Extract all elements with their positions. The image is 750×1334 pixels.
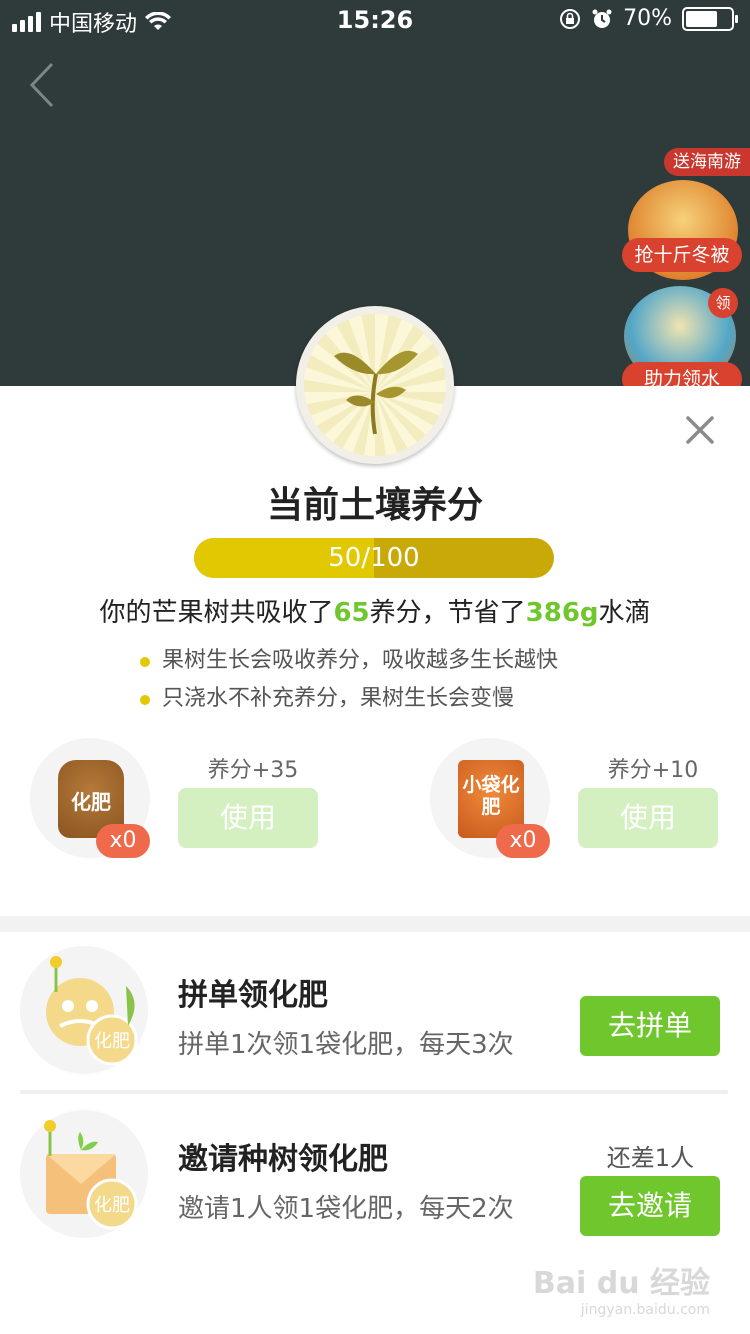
icon-label: 化肥	[94, 1031, 130, 1052]
close-icon[interactable]	[682, 412, 718, 448]
invite-task: 化肥 邀请种树领化肥 邀请1人领1袋化肥，每天2次 还差1人 去邀请	[20, 1096, 730, 1238]
task-desc: 拼单1次领1袋化肥，每天3次	[178, 1030, 514, 1060]
task-desc: 邀请1人领1袋化肥，每天2次	[178, 1194, 514, 1224]
battery-percent: 70%	[623, 6, 672, 31]
remaining-invites: 还差1人	[606, 1144, 694, 1172]
watermark-main: Bai du 经验	[532, 1266, 710, 1301]
summary-middle: 养分，节省了	[369, 598, 526, 628]
group-buy-button[interactable]: 去拼单	[580, 996, 720, 1056]
nutrient-gain: 养分+10	[607, 758, 699, 783]
nutrient-progress-bar: 50/100	[194, 538, 554, 578]
use-fertilizer-button[interactable]: 使用	[178, 788, 318, 848]
promo-tag[interactable]: 送海南游	[664, 148, 750, 176]
summary-prefix: 你的芒果树共吸收了	[99, 598, 334, 628]
invite-fertilizer-icon: 化肥	[20, 1110, 148, 1238]
bag-label: 小袋化肥	[462, 774, 520, 818]
summary-suffix: 水滴	[598, 598, 651, 628]
watermark-logo: Bai du 经验 jingyan.baidu.com	[533, 1258, 710, 1318]
progress-text: 50/100	[328, 543, 420, 573]
watermark-sub: jingyan.baidu.com	[580, 1302, 710, 1318]
tip-item: 果树生长会吸收养分，吸收越多生长越快	[140, 648, 558, 686]
group-buy-task: 化肥 拼单领化肥 拼单1次领1袋化肥，每天3次 去拼单	[20, 932, 730, 1074]
seedling-medallion	[296, 306, 454, 464]
bag-label: 化肥	[71, 790, 111, 814]
water-value: 386g	[525, 598, 599, 628]
group-buy-fertilizer-icon: 化肥	[20, 946, 148, 1074]
task-separator	[20, 1090, 728, 1094]
claim-badge[interactable]: 领	[708, 288, 738, 318]
nutrient-value: 65	[333, 598, 370, 628]
tip-item: 只浇水不补充养分，果树生长会变慢	[140, 686, 558, 724]
item-count-badge: x0	[496, 824, 550, 858]
task-title: 拼单领化肥	[178, 978, 328, 1013]
sheet-title: 当前土壤养分	[266, 485, 483, 526]
item-count-badge: x0	[96, 824, 150, 858]
absorb-summary: 你的芒果树共吸收了65养分，节省了386g水滴	[0, 592, 750, 629]
section-divider	[0, 916, 750, 932]
use-small-fertilizer-button[interactable]: 使用	[578, 788, 718, 848]
soil-nutrient-sheet: 当前土壤养分 50/100 你的芒果树共吸收了65养分，节省了386g水滴 果树…	[0, 386, 750, 1334]
promo-label[interactable]: 抢十斤冬被	[622, 238, 742, 272]
rotation-lock-icon	[560, 8, 581, 29]
fertilizer-item: 化肥 x0 养分+35 使用	[30, 738, 350, 858]
status-bar: 中国移动 15:26 70%	[0, 0, 750, 40]
nutrient-gain: 养分+35	[207, 758, 299, 783]
alarm-icon	[592, 9, 612, 28]
icon-label: 化肥	[94, 1195, 130, 1216]
task-title: 邀请种树领化肥	[178, 1142, 388, 1177]
battery-icon	[682, 6, 738, 31]
invite-button[interactable]: 去邀请	[580, 1176, 720, 1236]
tips-list: 果树生长会吸收养分，吸收越多生长越快 只浇水不补充养分，果树生长会变慢	[140, 648, 558, 724]
back-chevron-icon[interactable]	[24, 60, 64, 110]
small-fertilizer-item: 小袋化肥 x0 养分+10 使用	[430, 738, 750, 858]
seedling-icon	[334, 350, 418, 435]
